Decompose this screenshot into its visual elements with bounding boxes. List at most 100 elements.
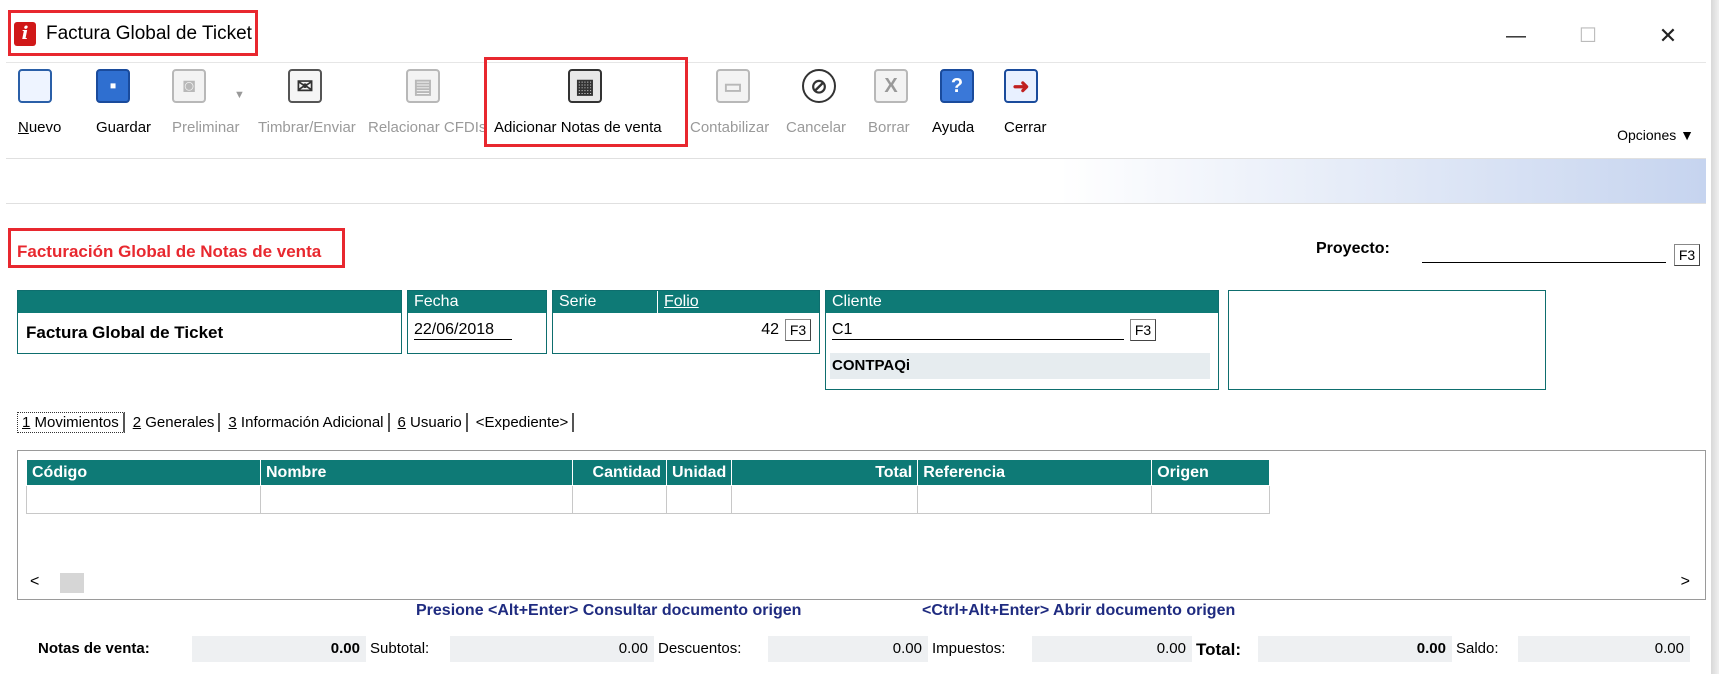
col-codigo[interactable]: Código <box>26 459 261 486</box>
borrar-button[interactable]: X Borrar <box>868 69 910 136</box>
tab-informacion-adicional[interactable]: 3 Información Adicional <box>224 413 390 432</box>
relacionar-cfdis-button[interactable]: ▤ Relacionar CFDIs <box>368 69 486 136</box>
tab-generales[interactable]: 2 Generales <box>129 413 221 432</box>
fecha-input[interactable]: 22/06/2018 <box>414 321 512 340</box>
col-total[interactable]: Total <box>731 459 919 486</box>
scroll-right-icon[interactable]: > <box>1681 573 1690 591</box>
timbrar-button[interactable]: ✉ Timbrar/Enviar <box>258 69 356 136</box>
window-shadow <box>1711 0 1719 674</box>
factura-window: i Factura Global de Ticket — ☐ ✕ Nuevo ▪… <box>0 0 1719 674</box>
saldo-value: 0.00 <box>1518 636 1690 662</box>
contabilizar-label: Contabilizar <box>690 119 770 136</box>
help-icon: ? <box>940 69 974 103</box>
hint-abrir: <Ctrl+Alt+Enter> Abrir documento origen <box>922 602 1236 619</box>
serie-label: Serie <box>559 293 597 310</box>
subtotal-label: Subtotal: <box>370 640 430 657</box>
col-unidad[interactable]: Unidad <box>665 459 733 486</box>
proyecto-input[interactable] <box>1422 262 1666 263</box>
contabilizar-button[interactable]: ▭ Contabilizar <box>690 69 769 136</box>
cell-referencia[interactable] <box>917 485 1153 514</box>
accounting-icon: ▭ <box>716 69 750 103</box>
preliminar-dropdown-icon[interactable]: ▼ <box>234 89 245 101</box>
section-highlight <box>8 228 345 268</box>
cell-total[interactable] <box>731 485 919 514</box>
info-band <box>6 158 1706 204</box>
notas-label: Notas de venta: <box>38 640 150 657</box>
col-cantidad[interactable]: Cantidad <box>572 459 667 486</box>
cancelar-label: Cancelar <box>786 119 847 136</box>
serie-folio-box: Serie Folio 42 F3 <box>552 290 820 354</box>
tab-strip: 1 Movimientos 2 Generales 3 Información Ad… <box>17 412 578 433</box>
horizontal-scrollbar[interactable]: < > <box>26 571 1696 595</box>
folio-input[interactable]: 42 <box>663 321 779 339</box>
descuentos-value: 0.00 <box>768 636 928 662</box>
cliente-label: Cliente <box>826 291 1218 313</box>
total-label: Total: <box>1196 640 1242 659</box>
maximize-button[interactable]: ☐ <box>1566 18 1610 54</box>
col-origen[interactable]: Origen <box>1151 459 1271 486</box>
scroll-left-icon[interactable]: < <box>30 573 39 591</box>
cell-nombre[interactable] <box>260 485 573 514</box>
cancelar-button[interactable]: ⊘ Cancelar <box>786 69 846 136</box>
total-value: 0.00 <box>1258 636 1452 662</box>
extra-info-box <box>1228 290 1546 390</box>
preliminar-label: Preliminar <box>172 119 240 136</box>
cell-unidad[interactable] <box>665 485 733 514</box>
save-icon: ▪ <box>96 69 130 103</box>
notas-value: 0.00 <box>192 636 366 662</box>
tab-movimientos[interactable]: 1 Movimientos <box>17 412 125 433</box>
tab-usuario[interactable]: 6 Usuario <box>394 413 468 432</box>
cell-cantidad[interactable] <box>572 485 667 514</box>
movements-grid: Código Nombre Cantidad Unidad Total Refe… <box>17 450 1706 600</box>
folio-label: Folio <box>657 291 699 313</box>
ayuda-button[interactable]: ? Ayuda <box>932 69 974 136</box>
delete-icon: X <box>874 69 908 103</box>
impuestos-label: Impuestos: <box>932 640 1006 657</box>
cell-codigo[interactable] <box>26 485 261 514</box>
fecha-box: Fecha 22/06/2018 <box>407 290 547 354</box>
col-referencia[interactable]: Referencia <box>917 459 1153 486</box>
minimize-button[interactable]: — <box>1494 18 1538 54</box>
guardar-button[interactable]: ▪ Guardar <box>96 69 151 136</box>
title-bar: i Factura Global de Ticket — ☐ ✕ <box>0 0 1711 62</box>
timbrar-label: Timbrar/Enviar <box>258 119 356 136</box>
grid-header-row: Código Nombre Cantidad Unidad Total Refe… <box>26 459 1271 486</box>
close-button[interactable]: ✕ <box>1646 18 1690 54</box>
cell-origen[interactable] <box>1151 485 1271 514</box>
nuevo-button[interactable]: Nuevo <box>18 69 61 136</box>
impuestos-value: 0.00 <box>1032 636 1192 662</box>
saldo-label: Saldo: <box>1456 640 1499 657</box>
tab-expediente[interactable]: <Expediente> <box>472 413 575 432</box>
cliente-name: CONTPAQi <box>830 353 1210 379</box>
concept-box-header <box>18 291 401 313</box>
cliente-box: Cliente C1 F3 CONTPAQi <box>825 290 1219 390</box>
fecha-label: Fecha <box>408 291 546 313</box>
relate-cfdi-icon: ▤ <box>406 69 440 103</box>
concept-box: Factura Global de Ticket <box>17 290 402 354</box>
proyecto-label: Proyecto: <box>1316 240 1390 257</box>
cliente-code-input[interactable]: C1 <box>832 321 1124 340</box>
new-document-icon <box>18 69 52 103</box>
cerrar-button[interactable]: ➜ Cerrar <box>1004 69 1047 136</box>
col-nombre[interactable]: Nombre <box>260 459 573 486</box>
folio-f3-button[interactable]: F3 <box>785 319 811 341</box>
guardar-label: Guardar <box>96 119 152 136</box>
concept-name: Factura Global de Ticket <box>26 323 224 342</box>
toolbar: Nuevo ▪ Guardar ◙ Preliminar ▼ ✉ Timbrar… <box>6 57 1706 158</box>
title-highlight <box>8 10 258 56</box>
borrar-label: Borrar <box>868 119 910 136</box>
relacionar-label: Relacionar CFDIs <box>368 119 487 136</box>
cancel-icon: ⊘ <box>802 69 836 103</box>
exit-icon: ➜ <box>1004 69 1038 103</box>
scroll-thumb[interactable] <box>60 573 84 593</box>
preview-icon: ◙ <box>172 69 206 103</box>
adicionar-highlight <box>484 57 688 147</box>
preliminar-button[interactable]: ◙ Preliminar <box>172 69 240 136</box>
opciones-menu[interactable]: Opciones ▼ <box>1617 127 1694 143</box>
totals-bar: Notas de venta: 0.00 Subtotal: 0.00 Desc… <box>6 630 1706 668</box>
cliente-f3-button[interactable]: F3 <box>1130 319 1156 341</box>
table-row[interactable] <box>26 485 1271 514</box>
proyecto-f3-button[interactable]: F3 <box>1674 244 1700 266</box>
serie-folio-header: Serie Folio <box>553 291 819 313</box>
cerrar-label: Cerrar <box>1004 119 1047 136</box>
